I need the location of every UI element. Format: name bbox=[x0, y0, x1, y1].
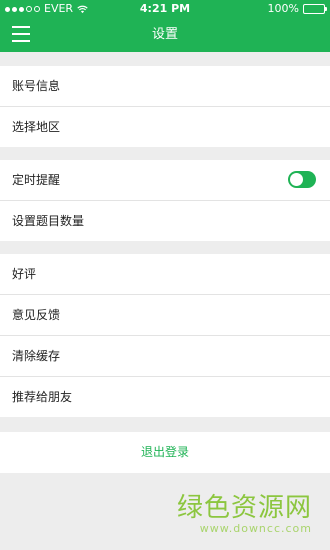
status-bar: EVER 4:21 PM 100% bbox=[0, 0, 330, 18]
toggle-knob bbox=[290, 173, 303, 186]
settings-group-reminders: 定时提醒 设置题目数量 bbox=[0, 160, 330, 241]
row-label: 好评 bbox=[12, 267, 37, 281]
status-right: 100% bbox=[267, 0, 327, 18]
settings-row-timed-reminder: 定时提醒 bbox=[0, 160, 330, 200]
settings-row-rate[interactable]: 好评 bbox=[0, 254, 330, 294]
row-label: 清除缓存 bbox=[12, 349, 61, 363]
logout-button[interactable]: 退出登录 bbox=[0, 432, 330, 473]
row-label: 推荐给朋友 bbox=[12, 390, 73, 404]
settings-group-misc: 好评 意见反馈 清除缓存 推荐给朋友 bbox=[0, 254, 330, 417]
settings-group-account: 账号信息 选择地区 bbox=[0, 66, 330, 147]
reminder-toggle[interactable] bbox=[288, 171, 316, 188]
settings-row-clear-cache[interactable]: 清除缓存 bbox=[0, 335, 330, 376]
row-label: 账号信息 bbox=[12, 79, 61, 93]
row-label: 意见反馈 bbox=[12, 308, 61, 322]
battery-icon bbox=[303, 4, 327, 14]
top-bar: EVER 4:21 PM 100% 设置 bbox=[0, 0, 330, 52]
page-title: 设置 bbox=[151, 27, 178, 42]
navigation-bar: 设置 bbox=[0, 18, 330, 52]
logout-section: 退出登录 bbox=[0, 432, 330, 473]
settings-row-account-info[interactable]: 账号信息 bbox=[0, 66, 330, 106]
watermark: 绿色资源网 www.downcc.com bbox=[177, 494, 312, 536]
settings-row-feedback[interactable]: 意见反馈 bbox=[0, 294, 330, 335]
watermark-url: www.downcc.com bbox=[199, 522, 312, 535]
watermark-title: 绿色资源网 bbox=[176, 493, 312, 523]
row-label: 设置题目数量 bbox=[12, 214, 85, 228]
row-label: 选择地区 bbox=[12, 120, 61, 134]
row-label: 定时提醒 bbox=[12, 173, 61, 187]
settings-row-recommend[interactable]: 推荐给朋友 bbox=[0, 376, 330, 417]
settings-row-select-region[interactable]: 选择地区 bbox=[0, 106, 330, 147]
battery-percent: 100% bbox=[267, 2, 299, 15]
settings-row-question-count[interactable]: 设置题目数量 bbox=[0, 200, 330, 241]
